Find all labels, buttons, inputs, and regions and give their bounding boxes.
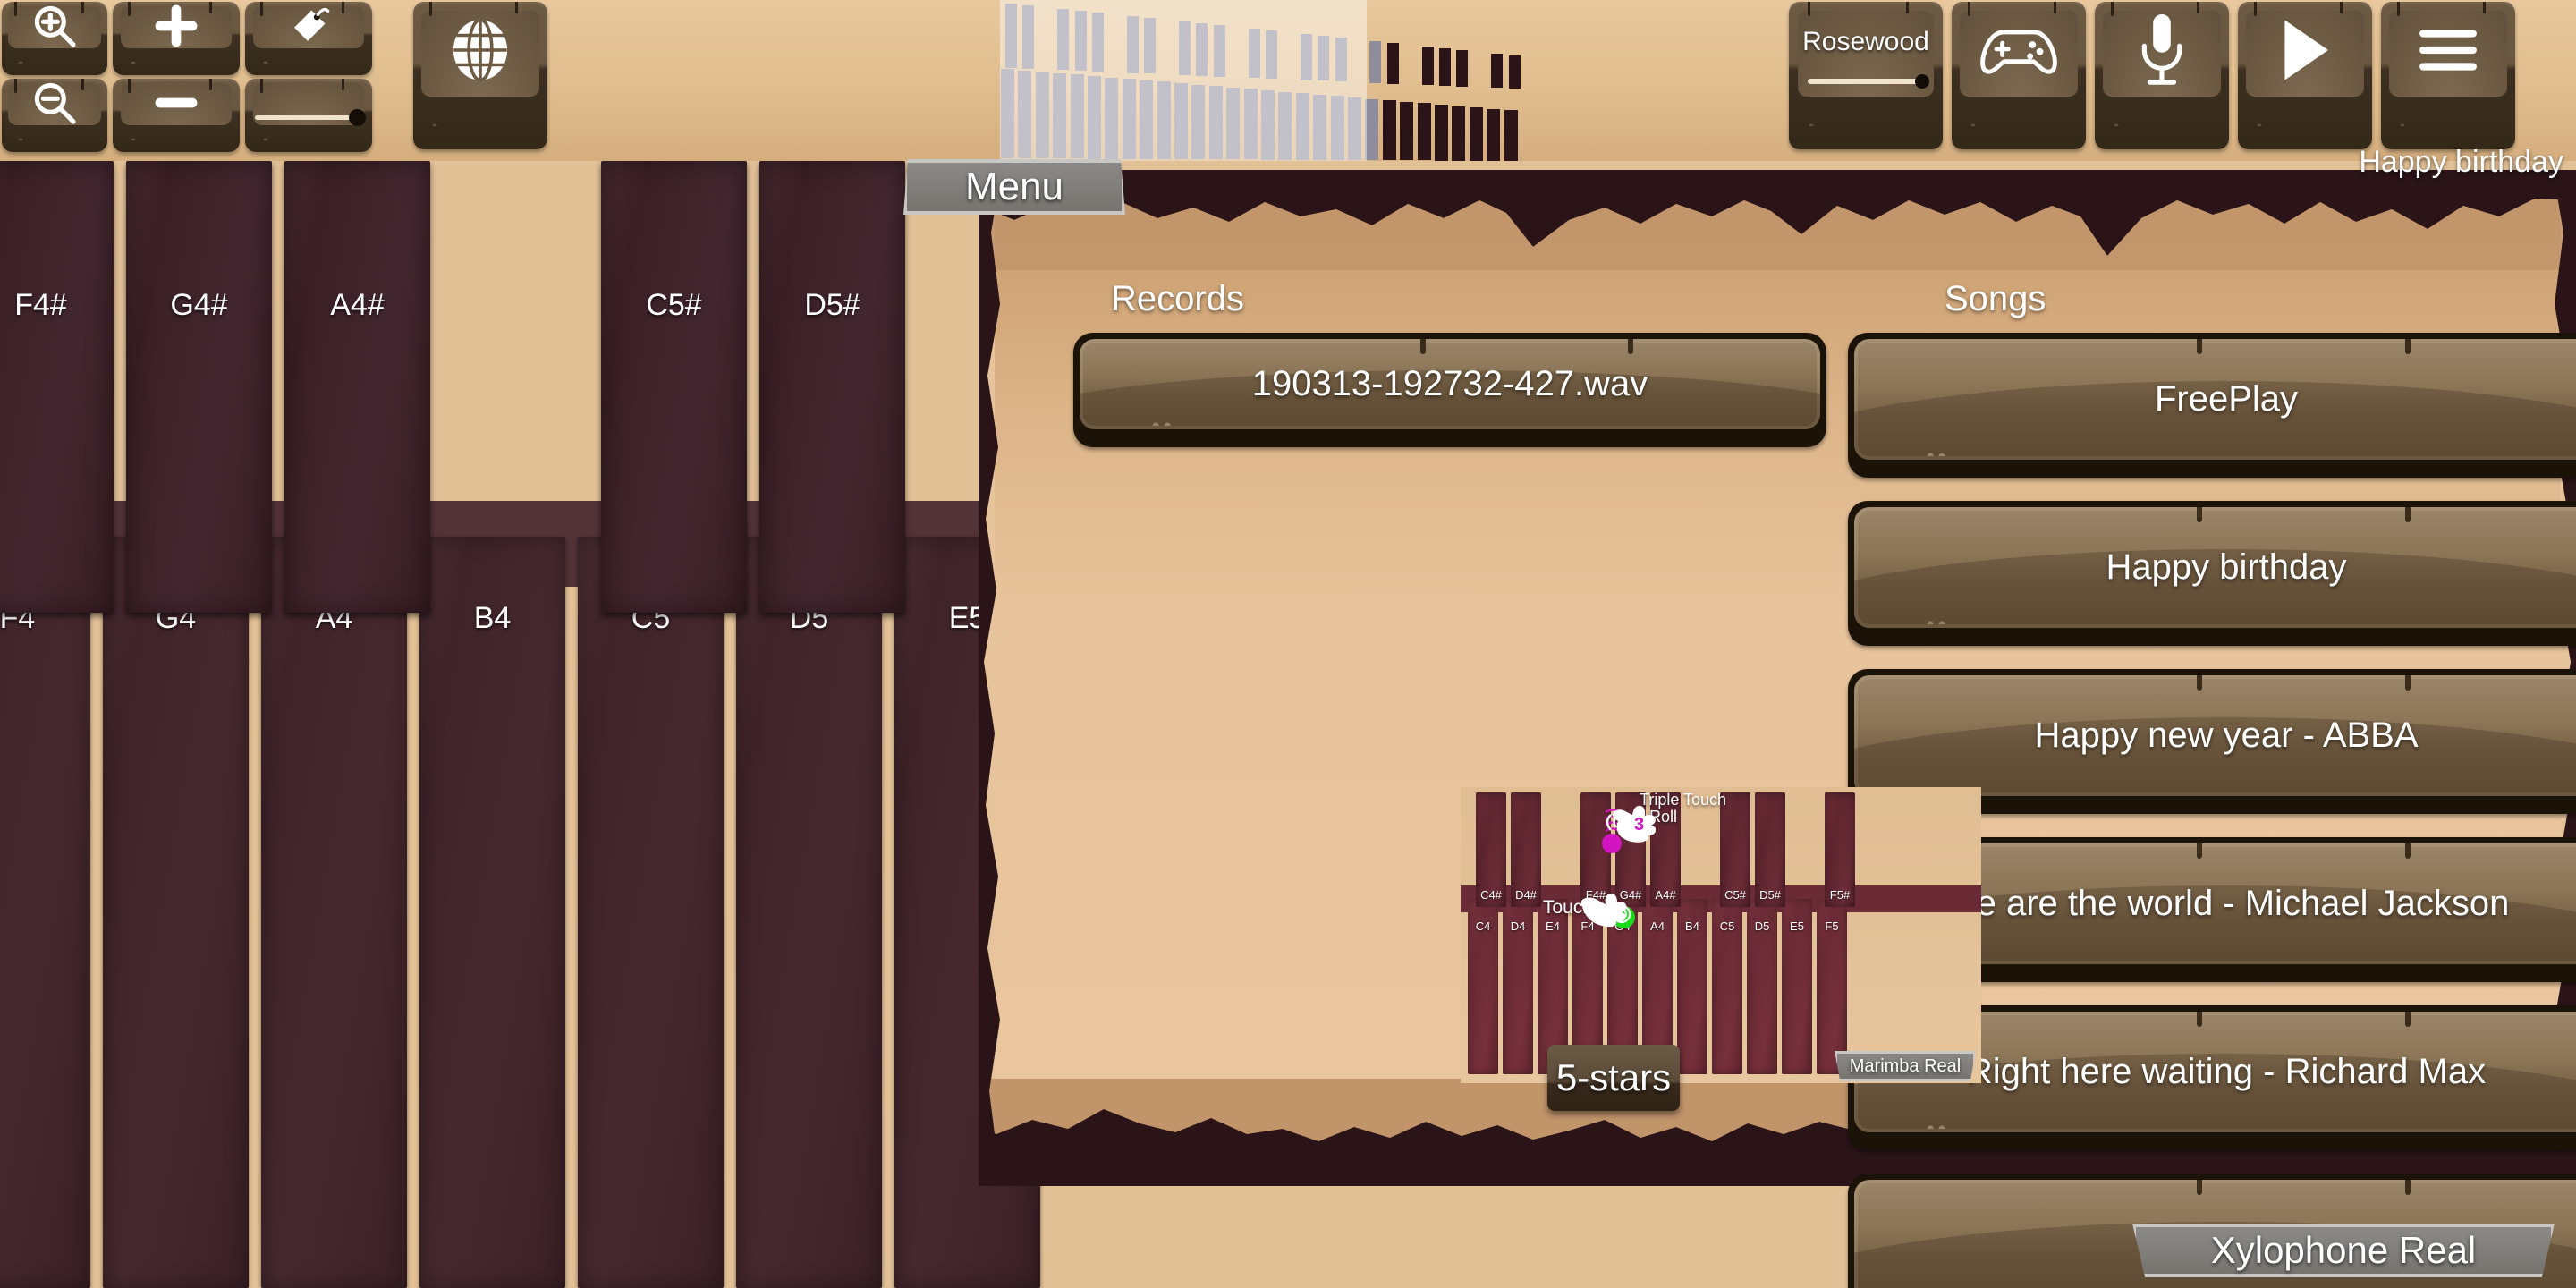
- song-item-label: Happy birthday: [2106, 547, 2347, 587]
- minimap-white-bar: [1504, 110, 1518, 161]
- triple-touch-hand-icon: 3: [1595, 798, 1659, 856]
- tutorial-white-key-label: D5: [1754, 919, 1770, 933]
- minimap-white-bar: [1400, 101, 1414, 161]
- zoom-in-icon: [2, 2, 107, 50]
- black-key[interactable]: C5#: [601, 161, 747, 613]
- tutorial-white-key-label: C5: [1719, 919, 1735, 933]
- song-item-label: We are the world - Michael Jackson: [1943, 884, 2510, 923]
- plus-icon: [113, 2, 240, 50]
- instrument-name-badge: Xylophone Real: [2132, 1224, 2555, 1277]
- minimap-white-bar: [1417, 103, 1431, 161]
- white-key[interactable]: A4: [261, 537, 407, 1288]
- song-item[interactable]: Happy birthday: [1848, 501, 2576, 646]
- zoom-out-icon: [2, 79, 107, 127]
- menu-button[interactable]: Menu: [903, 159, 1125, 215]
- tutorial-black-key-label: A4#: [1655, 888, 1676, 902]
- gamepad-icon: [1952, 2, 2086, 99]
- wood-slider-track[interactable]: [1807, 74, 1930, 89]
- song-item-label: FreePlay: [2154, 379, 2299, 419]
- minimap-black-bar: [1421, 47, 1434, 86]
- tutorial-black-key-label: F5#: [1829, 888, 1851, 902]
- black-key-label: C5#: [646, 288, 702, 322]
- minimap-black-bar: [1456, 50, 1469, 87]
- black-key[interactable]: G4#: [126, 161, 272, 613]
- minimap-black-bar: [1491, 54, 1504, 89]
- remove-key-button[interactable]: [113, 79, 240, 152]
- five-stars-button[interactable]: 5-stars: [1547, 1045, 1680, 1111]
- song-item-label: Right here waiting - Richard Max: [1966, 1052, 2487, 1091]
- minimap-white-bar: [1469, 107, 1483, 161]
- tutorial-black-key-label: D4#: [1515, 888, 1537, 902]
- black-key-label: A4#: [330, 288, 385, 322]
- mallet-size-slider[interactable]: [245, 79, 372, 152]
- tutorial-black-key-label: C5#: [1724, 888, 1746, 902]
- wood-type-button[interactable]: Rosewood: [1789, 2, 1943, 149]
- white-key-label: B4: [473, 601, 512, 635]
- tutorial-white-key-label: E4: [1546, 919, 1560, 933]
- black-key-label: G4#: [170, 288, 228, 322]
- minimap-viewport[interactable]: [1000, 0, 1367, 161]
- label-toggle-button[interactable]: [245, 2, 372, 75]
- tutorial-instrument-badge: Marimba Real: [1835, 1051, 1976, 1081]
- tag-icon: [245, 2, 372, 50]
- songs-records-panel: Records Songs 190313-192732-427.wav Free…: [979, 170, 2576, 1288]
- main-keyboard[interactable]: F4 G4 A4 B4 C5 D5 E5 F4# G4# A4# C5# D5#: [0, 161, 1055, 1288]
- globe-button[interactable]: [413, 2, 547, 149]
- minimap-black-bar: [1386, 43, 1399, 84]
- minus-icon: [113, 79, 240, 127]
- white-key[interactable]: B4: [419, 537, 565, 1288]
- black-key[interactable]: D5#: [759, 161, 905, 613]
- tutorial-diagram: C4D4E4F4G4A4B4C5D5E5F5C4#D4#F4#G4#A4#C5#…: [1461, 787, 1981, 1083]
- minimap-black-bar: [1369, 41, 1382, 83]
- minimap-white-bar: [1487, 108, 1501, 161]
- keyboard-minimap[interactable]: [1000, 0, 1555, 161]
- microphone-icon: [2095, 2, 2229, 99]
- black-key[interactable]: A4#: [284, 161, 430, 613]
- black-key-label: F4#: [14, 288, 67, 322]
- wood-type-label: Rosewood: [1802, 27, 1929, 56]
- minimap-white-bar: [1365, 98, 1379, 161]
- minimap-white-bar: [1435, 105, 1448, 161]
- svg-text:3: 3: [1634, 815, 1644, 835]
- song-item[interactable]: FreePlay: [1848, 333, 2576, 478]
- minimap-black-bar: [1508, 55, 1521, 89]
- tutorial-white-key-label: A4: [1650, 919, 1665, 933]
- mallet-slider-knob[interactable]: [348, 109, 366, 126]
- white-key[interactable]: F4: [0, 537, 90, 1288]
- white-key[interactable]: C5: [578, 537, 724, 1288]
- minimap-black-bar: [1439, 48, 1451, 86]
- records-section-title: Records: [1111, 279, 1244, 318]
- zoom-out-button[interactable]: [2, 79, 107, 152]
- minimap-white-bar: [1452, 106, 1466, 161]
- now-playing-label: Happy birthday: [2359, 145, 2563, 179]
- zoom-in-button[interactable]: [2, 2, 107, 75]
- tutorial-white-key-label: B4: [1685, 919, 1699, 933]
- gamepad-button[interactable]: [1952, 2, 2086, 149]
- tutorial-black-key-label: C4#: [1480, 888, 1502, 902]
- wood-slider-knob[interactable]: [1915, 74, 1930, 89]
- record-item-label: 190313-192732-427.wav: [1251, 364, 1648, 403]
- tutorial-white-key-label: D4: [1510, 919, 1526, 933]
- main-menu-button[interactable]: [2381, 2, 2515, 149]
- white-key[interactable]: D5: [736, 537, 882, 1288]
- tutorial-white-key-label: C4: [1475, 919, 1491, 933]
- black-key-label: D5#: [804, 288, 860, 322]
- globe-icon: [413, 2, 547, 99]
- tutorial-white-key-label: E5: [1790, 919, 1804, 933]
- minimap-white-bar: [1382, 100, 1396, 161]
- black-key[interactable]: F4#: [0, 161, 114, 613]
- record-button[interactable]: [2095, 2, 2229, 149]
- touch-hand-icon: [1577, 886, 1636, 942]
- mallet-slider-track[interactable]: [255, 109, 366, 126]
- record-item[interactable]: 190313-192732-427.wav: [1073, 333, 1826, 447]
- tutorial-white-key-label: F5: [1825, 919, 1839, 933]
- add-key-button[interactable]: [113, 2, 240, 75]
- white-key[interactable]: G4: [103, 537, 249, 1288]
- songs-section-title: Songs: [1945, 279, 2046, 318]
- song-item-label: Happy new year - ABBA: [2034, 716, 2419, 755]
- tutorial-black-key-label: D5#: [1759, 888, 1781, 902]
- play-icon: [2238, 2, 2372, 99]
- hamburger-menu-icon: [2381, 2, 2515, 99]
- play-button[interactable]: [2238, 2, 2372, 149]
